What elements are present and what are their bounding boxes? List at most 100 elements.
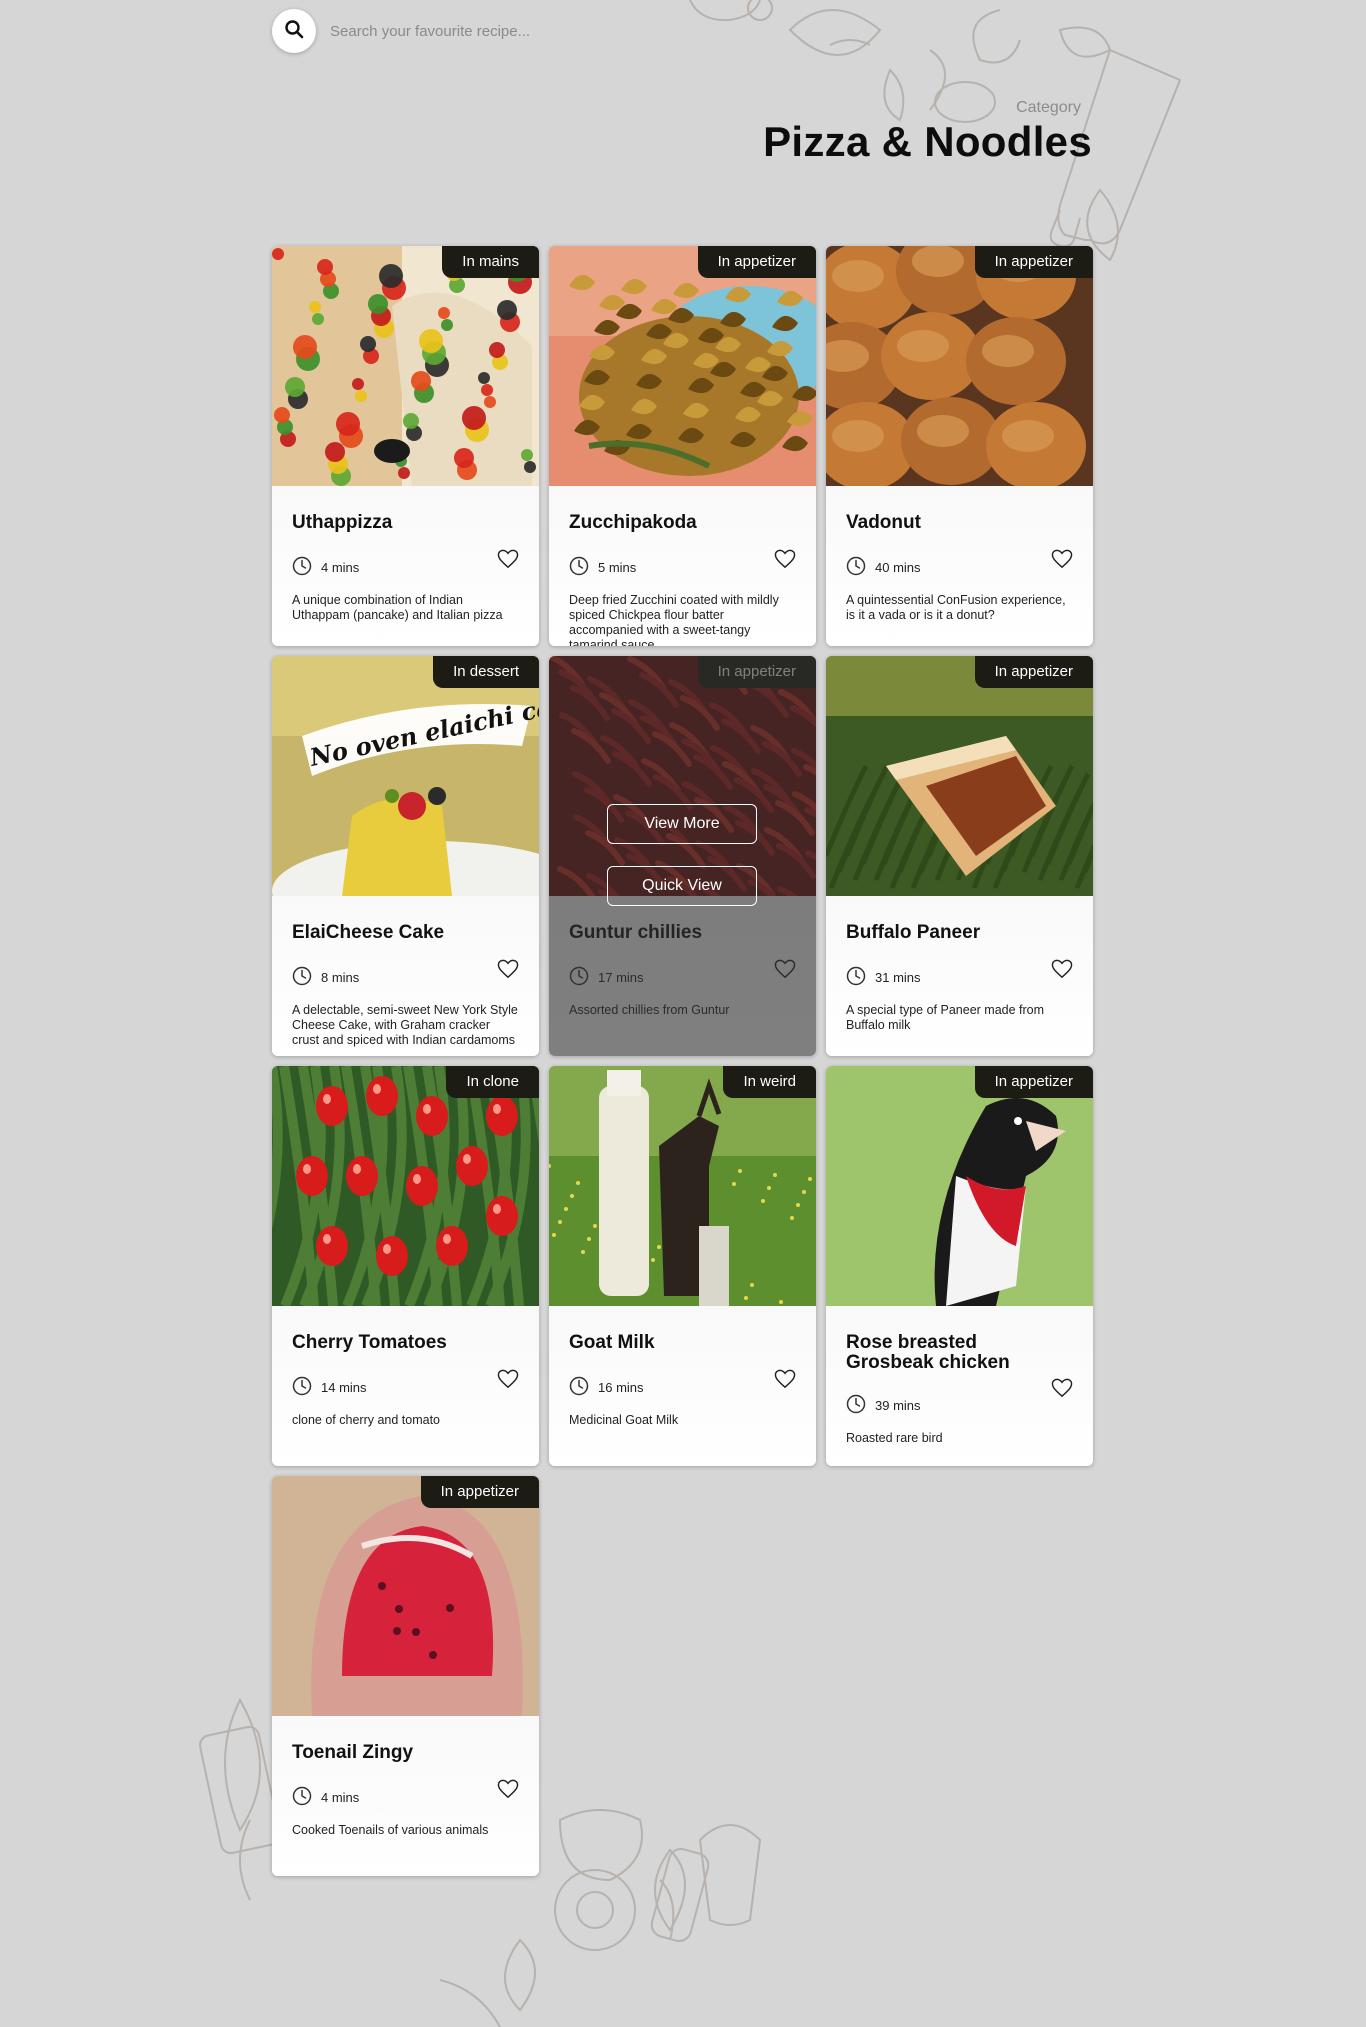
cook-time: 14 mins: [292, 1376, 367, 1399]
recipe-title[interactable]: Vadonut: [846, 513, 1046, 533]
cook-time: 8 mins: [292, 966, 359, 989]
cook-time: 5 mins: [569, 556, 636, 579]
recipe-card[interactable]: No oven elaichi cake In dessert ElaiChee…: [272, 656, 539, 1056]
cook-time-value: 16 mins: [598, 1380, 644, 1395]
cook-time-value: 8 mins: [321, 970, 360, 985]
recipe-description: Cooked Toenails of various animals: [292, 1823, 489, 1837]
category-badge: In weird: [723, 1066, 816, 1098]
recipe-title[interactable]: Uthappizza: [292, 513, 492, 533]
clock-icon: [569, 556, 589, 579]
card-body: Rose breasted Grosbeak chicken 39 mins R…: [826, 1306, 1093, 1466]
recipe-card[interactable]: In mains Uthappizza 4 mins A unique comb…: [272, 246, 539, 646]
cook-time: 31 mins: [846, 966, 921, 989]
category-badge: In appetizer: [974, 656, 1093, 688]
clock-icon: [292, 966, 312, 989]
recipe-card[interactable]: In appetizer Toenail Zingy 4 mins Cooked…: [272, 1476, 539, 1876]
clock-icon: [846, 1394, 866, 1417]
card-body: Toenail Zingy 4 mins Cooked Toenails of …: [272, 1716, 539, 1876]
recipe-description: Roasted rare bird: [846, 1431, 943, 1445]
heart-outline-icon[interactable]: [497, 1779, 519, 1804]
heart-outline-icon[interactable]: [774, 1369, 796, 1394]
recipe-title[interactable]: Cherry Tomatoes: [292, 1333, 492, 1353]
view-more-button[interactable]: View More: [607, 804, 757, 844]
cook-time-value: 40 mins: [875, 560, 921, 575]
recipe-title[interactable]: Zucchipakoda: [569, 513, 769, 533]
recipe-card[interactable]: In appetizer Guntur chillies 17 mins Ass…: [549, 656, 816, 1056]
category-badge: In mains: [442, 246, 539, 278]
cook-time-value: 14 mins: [321, 1380, 367, 1395]
card-body: Buffalo Paneer 31 mins A special type of…: [826, 896, 1093, 1056]
recipe-photo: No oven elaichi cake: [272, 656, 539, 896]
recipe-photo: [549, 246, 816, 486]
recipe-title[interactable]: Rose breasted Grosbeak chicken: [846, 1333, 1046, 1373]
hover-overlay: View More Quick View: [549, 656, 816, 1056]
card-body: Uthappizza 4 mins A unique combination o…: [272, 486, 539, 646]
cook-time-value: 39 mins: [875, 1398, 921, 1413]
cook-time: 16 mins: [569, 1376, 644, 1399]
card-body: Goat Milk 16 mins Medicinal Goat Milk: [549, 1306, 816, 1466]
recipe-card[interactable]: In appetizer Vadonut 40 mins A quintesse…: [826, 246, 1093, 646]
heart-outline-icon[interactable]: [497, 549, 519, 574]
recipe-card[interactable]: In clone Cherry Tomatoes 14 mins clone o…: [272, 1066, 539, 1466]
cook-time: 39 mins: [846, 1394, 921, 1417]
heart-outline-icon[interactable]: [497, 959, 519, 984]
category-badge: In appetizer: [420, 1476, 539, 1508]
recipe-card[interactable]: In weird Goat Milk 16 mins Medicinal Goa…: [549, 1066, 816, 1466]
recipe-description: A delectable, semi-sweet New York Style …: [292, 1003, 518, 1047]
recipe-photo: [826, 1066, 1093, 1306]
card-body: Zucchipakoda 5 mins Deep fried Zucchini …: [549, 486, 816, 646]
search-bar: [272, 9, 772, 53]
category-badge: In dessert: [433, 656, 539, 688]
heart-outline-icon[interactable]: [497, 1369, 519, 1394]
heart-outline-icon[interactable]: [1051, 1378, 1073, 1403]
card-body: Vadonut 40 mins A quintessential ConFusi…: [826, 486, 1093, 646]
heart-outline-icon[interactable]: [1051, 549, 1073, 574]
recipe-title[interactable]: Goat Milk: [569, 1333, 769, 1353]
recipe-card[interactable]: In appetizer Buffalo Paneer 31 mins A sp…: [826, 656, 1093, 1056]
page-title: Pizza & Noodles: [763, 118, 1092, 165]
card-body: ElaiCheese Cake 8 mins A delectable, sem…: [272, 896, 539, 1056]
recipe-photo: [826, 656, 1093, 896]
category-label: Category: [1016, 99, 1081, 116]
clock-icon: [292, 1376, 312, 1399]
recipe-title[interactable]: ElaiCheese Cake: [292, 923, 492, 943]
recipe-photo: [549, 1066, 816, 1306]
recipe-photo: [272, 1476, 539, 1716]
cook-time: 40 mins: [846, 556, 921, 579]
heart-outline-icon[interactable]: [1051, 959, 1073, 984]
search-input[interactable]: [328, 21, 692, 41]
category-badge: In clone: [446, 1066, 539, 1098]
recipe-description: A special type of Paneer made from Buffa…: [846, 1003, 1045, 1032]
clock-icon: [292, 556, 312, 579]
cook-time-value: 31 mins: [875, 970, 921, 985]
recipe-description: A unique combination of Indian Uthappam …: [292, 593, 503, 622]
recipe-description: Medicinal Goat Milk: [569, 1413, 679, 1427]
recipe-card[interactable]: In appetizer Zucchipakoda 5 mins Deep fr…: [549, 246, 816, 646]
recipe-title[interactable]: Toenail Zingy: [292, 1743, 492, 1763]
recipe-photo: [272, 1066, 539, 1306]
cook-time: 4 mins: [292, 556, 359, 579]
clock-icon: [292, 1786, 312, 1809]
recipe-title[interactable]: Buffalo Paneer: [846, 923, 1046, 943]
recipe-description: clone of cherry and tomato: [292, 1413, 440, 1427]
recipe-card[interactable]: In appetizer Rose breasted Grosbeak chic…: [826, 1066, 1093, 1466]
cook-time: 4 mins: [292, 1786, 359, 1809]
quick-view-button[interactable]: Quick View: [607, 866, 757, 906]
recipe-description: A quintessential ConFusion experience, i…: [846, 593, 1066, 622]
search-button[interactable]: [272, 9, 316, 53]
heart-outline-icon[interactable]: [774, 549, 796, 574]
clock-icon: [846, 556, 866, 579]
cook-time-value: 5 mins: [598, 560, 637, 575]
recipe-photo: [272, 246, 539, 486]
category-badge: In appetizer: [974, 1066, 1093, 1098]
recipe-photo: [826, 246, 1093, 486]
recipe-description: Deep fried Zucchini coated with mildly s…: [569, 593, 779, 646]
search-icon: [284, 19, 304, 44]
clock-icon: [569, 1376, 589, 1399]
cook-time-value: 4 mins: [321, 1790, 360, 1805]
recipe-grid: In mains Uthappizza 4 mins A unique comb…: [272, 246, 1093, 1876]
category-badge: In appetizer: [697, 246, 816, 278]
clock-icon: [846, 966, 866, 989]
cook-time-value: 4 mins: [321, 560, 360, 575]
card-body: Cherry Tomatoes 14 mins clone of cherry …: [272, 1306, 539, 1466]
